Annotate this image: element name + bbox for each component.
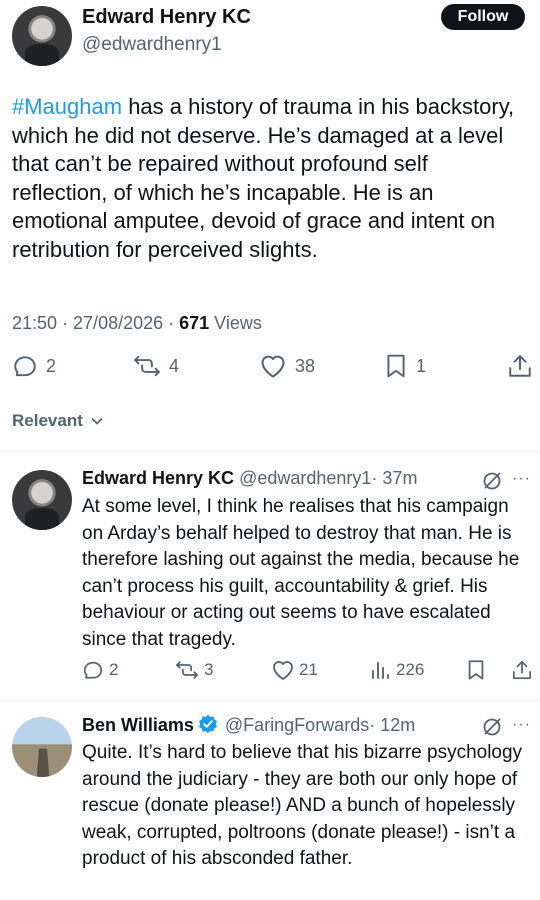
- reply-author-name[interactable]: Ben Williams: [82, 715, 194, 735]
- share-button[interactable]: [508, 353, 532, 379]
- reply-button[interactable]: 2: [12, 353, 56, 379]
- bookmark-button[interactable]: 1: [384, 353, 426, 379]
- views-count: 226: [396, 660, 425, 679]
- more-options-icon[interactable]: ···: [512, 716, 531, 734]
- sort-label: Relevant: [12, 411, 83, 430]
- bookmark-icon: [468, 660, 484, 680]
- follow-button[interactable]: Follow: [441, 4, 525, 30]
- share-button[interactable]: [512, 659, 532, 681]
- divider: [0, 451, 540, 452]
- reply-button[interactable]: 2: [82, 659, 118, 681]
- repost-button[interactable]: 4: [133, 353, 179, 379]
- like-count: 38: [295, 355, 316, 376]
- reply-text: Quite. It’s hard to believe that his biz…: [82, 742, 523, 869]
- repost-count: 4: [169, 355, 180, 376]
- hashtag-link[interactable]: #Maugham: [12, 94, 122, 119]
- grok-icon[interactable]: [481, 470, 503, 492]
- reply-author-handle[interactable]: @edwardhenry1: [239, 468, 371, 488]
- reply-author-name[interactable]: Edward Henry KC: [82, 468, 234, 488]
- author-avatar[interactable]: [12, 6, 72, 66]
- reply-header: Edward Henry KC @edwardhenry1· 37m: [82, 468, 417, 489]
- reply-text: At some level, I think he realises that …: [82, 496, 520, 650]
- views-button[interactable]: 226: [369, 659, 424, 681]
- sort-dropdown[interactable]: Relevant: [12, 411, 104, 431]
- repost-icon: [134, 355, 160, 377]
- grok-icon[interactable]: [481, 716, 503, 738]
- reply-avatar[interactable]: [12, 470, 72, 530]
- reply-count: 2: [109, 660, 119, 679]
- divider: [0, 700, 540, 701]
- bookmark-button[interactable]: [466, 659, 486, 681]
- verified-badge-icon: [198, 714, 217, 734]
- share-icon: [512, 660, 532, 680]
- reply-header: Ben Williams @FaringForwards· 12m: [82, 714, 415, 736]
- repost-button[interactable]: 3: [174, 659, 213, 681]
- chevron-down-icon: [90, 417, 103, 425]
- author-name[interactable]: Edward Henry KC: [82, 6, 251, 29]
- reply-avatar[interactable]: [12, 717, 72, 777]
- reply-actions: 2 3 21 226: [0, 659, 540, 685]
- reply-author-handle[interactable]: @FaringForwards: [225, 715, 369, 735]
- heart-icon: [273, 661, 293, 680]
- tweet-text: #Maugham has a history of trauma in his …: [12, 93, 528, 264]
- reply-icon: [83, 661, 103, 679]
- reply-count: 2: [46, 355, 57, 376]
- analytics-icon: [372, 662, 389, 679]
- bookmark-count: 1: [416, 355, 427, 376]
- like-button[interactable]: 38: [259, 353, 315, 379]
- tweet-timestamp[interactable]: 21:50 · 27/08/2026 ·: [12, 313, 179, 333]
- tweet-body-text: has a history of trauma in his backstory…: [12, 94, 515, 262]
- share-icon: [509, 355, 531, 377]
- views-count: 671: [179, 313, 210, 333]
- like-button[interactable]: 21: [271, 659, 318, 681]
- reply-icon: [14, 356, 36, 377]
- like-count: 21: [299, 660, 318, 679]
- heart-icon: [261, 355, 285, 378]
- author-handle[interactable]: @edwardhenry1: [82, 34, 222, 56]
- repost-icon: [176, 661, 198, 679]
- more-options-icon[interactable]: ···: [512, 470, 531, 488]
- bookmark-icon: [387, 354, 405, 378]
- tweet-actions: 2 4 38 1: [0, 353, 540, 385]
- reply-time[interactable]: · 37m: [371, 468, 417, 488]
- tweet-meta: 21:50 · 27/08/2026 · 671 Views: [12, 313, 262, 334]
- repost-count: 3: [204, 660, 214, 679]
- reply-time[interactable]: · 12m: [369, 715, 415, 735]
- views-label: Views: [209, 313, 262, 333]
